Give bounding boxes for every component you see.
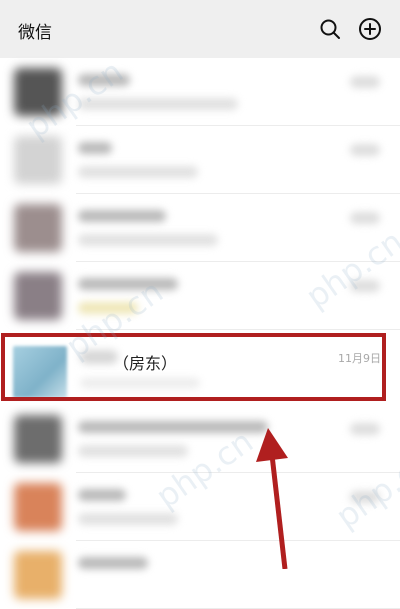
search-icon[interactable] xyxy=(318,17,342,41)
chat-name xyxy=(78,142,112,154)
chat-row[interactable] xyxy=(0,194,400,262)
chat-time xyxy=(350,491,380,503)
avatar xyxy=(14,136,62,184)
chat-time xyxy=(350,144,380,156)
chat-name xyxy=(78,489,126,501)
chat-preview xyxy=(78,445,188,457)
add-icon[interactable] xyxy=(358,17,382,41)
chat-row[interactable] xyxy=(0,541,400,609)
app-title: 微信 xyxy=(18,23,52,43)
top-bar: 微信 xyxy=(0,0,400,58)
avatar xyxy=(14,204,62,252)
chat-preview xyxy=(80,378,200,388)
chat-name xyxy=(78,210,166,222)
chat-row[interactable] xyxy=(0,58,400,126)
chat-name xyxy=(78,278,178,290)
chat-time xyxy=(350,423,380,435)
chat-name xyxy=(78,74,130,86)
chat-row[interactable] xyxy=(0,405,400,473)
chat-row[interactable] xyxy=(0,473,400,541)
avatar xyxy=(14,68,62,116)
chat-preview xyxy=(78,302,138,314)
chat-time: 11月9日 xyxy=(338,352,381,365)
avatar xyxy=(14,415,62,463)
chat-time xyxy=(350,212,380,224)
chat-time xyxy=(350,280,380,292)
chat-preview xyxy=(78,513,178,525)
chat-preview xyxy=(78,234,218,246)
chat-row[interactable] xyxy=(0,262,400,330)
chat-list xyxy=(0,58,400,609)
avatar xyxy=(13,346,67,398)
chat-preview xyxy=(78,98,238,110)
chat-name: （房东） xyxy=(113,354,178,373)
chat-name xyxy=(78,557,148,569)
avatar xyxy=(14,483,62,531)
chat-preview xyxy=(78,166,198,178)
chat-time xyxy=(350,76,380,88)
avatar xyxy=(14,551,62,599)
avatar xyxy=(14,272,62,320)
chat-name xyxy=(78,421,268,433)
chat-row[interactable] xyxy=(0,126,400,194)
